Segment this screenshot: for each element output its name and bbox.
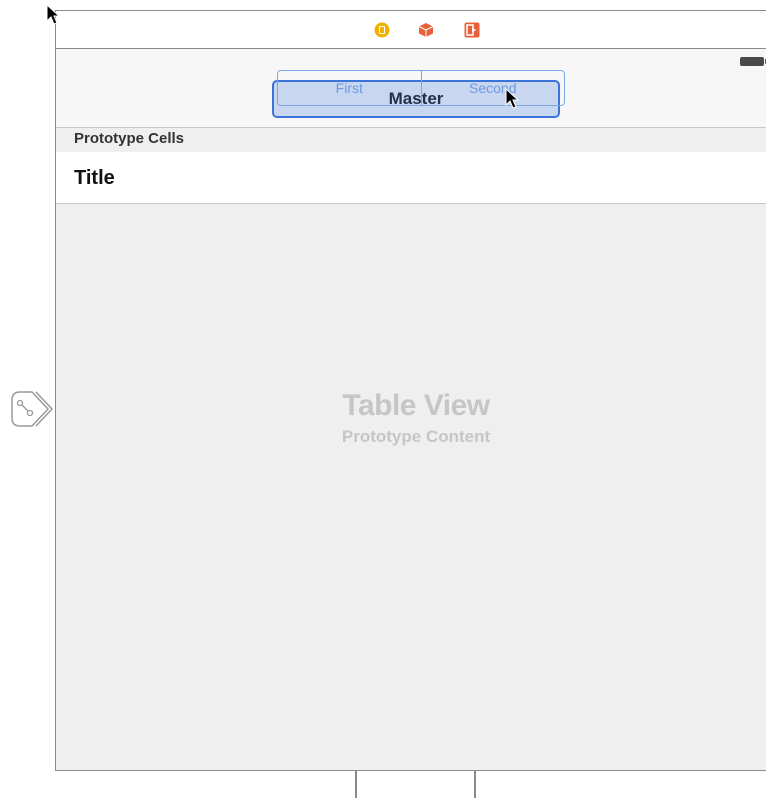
first-responder-icon[interactable] xyxy=(418,22,434,38)
relationship-segue-icon[interactable] xyxy=(8,386,54,432)
placeholder-subtitle: Prototype Content xyxy=(341,427,491,446)
battery-icon xyxy=(740,57,766,66)
table-view-controller[interactable]: Master First Second Prototype Cells Titl… xyxy=(55,48,766,771)
section-header: Prototype Cells xyxy=(56,128,766,152)
segment-first[interactable]: First xyxy=(278,71,421,105)
segue-line-right xyxy=(474,771,476,798)
view-controller-icon[interactable] xyxy=(374,22,390,38)
mouse-pointer-icon xyxy=(46,3,62,26)
navigation-bar[interactable]: Master First Second xyxy=(56,49,766,128)
table-placeholder: Table View Prototype Content xyxy=(276,389,556,447)
exit-icon[interactable] xyxy=(464,22,480,38)
storyboard-canvas: Master First Second Prototype Cells Titl… xyxy=(0,0,766,798)
segmented-control[interactable]: First Second xyxy=(277,70,565,106)
prototype-cell[interactable]: Title xyxy=(56,152,766,204)
drag-cursor-icon xyxy=(505,87,521,110)
placeholder-title: Table View xyxy=(342,389,490,422)
segue-line-left xyxy=(355,771,357,798)
scene-dock xyxy=(55,10,766,48)
segment-second[interactable]: Second xyxy=(420,71,565,105)
